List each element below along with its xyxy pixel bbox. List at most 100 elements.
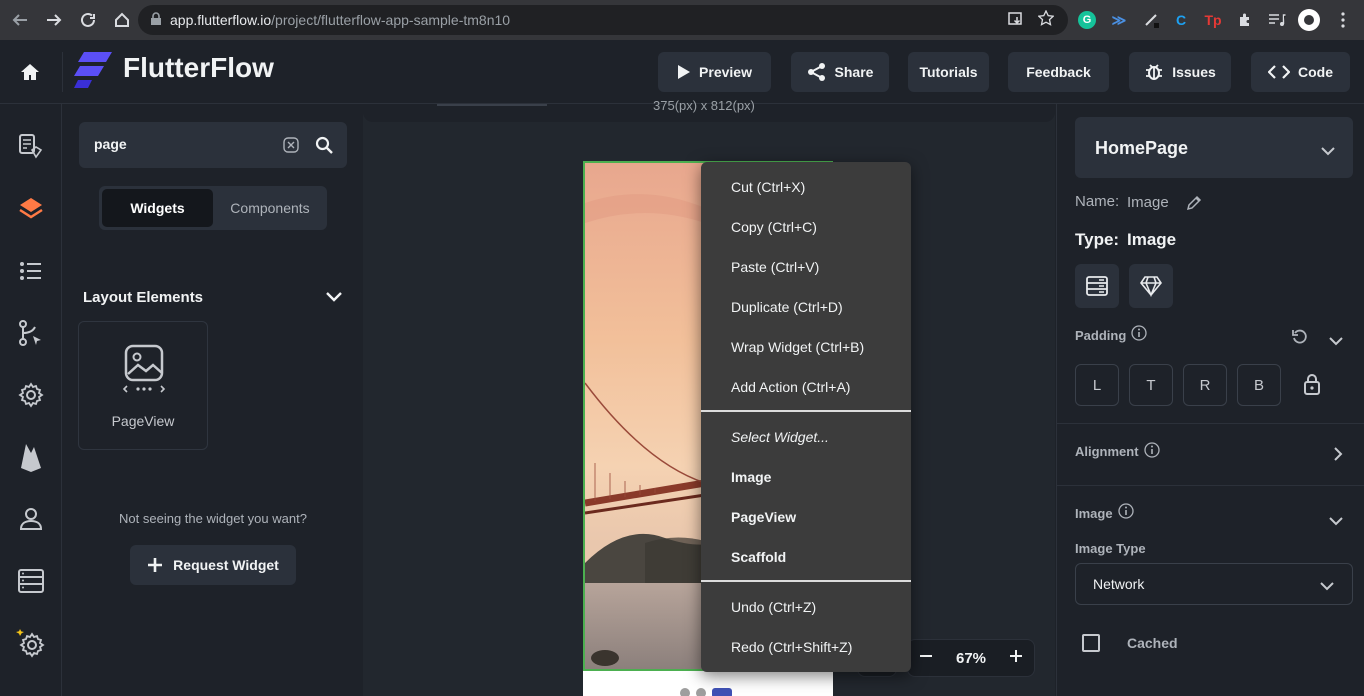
pen-extension-icon[interactable] <box>1140 9 1162 31</box>
home-icon[interactable] <box>19 62 41 87</box>
zoom-out-icon[interactable] <box>919 649 933 667</box>
database-icon[interactable] <box>16 566 46 596</box>
share-label: Share <box>834 64 874 80</box>
request-widget-button[interactable]: Request Widget <box>130 545 296 585</box>
chevron-right-icon[interactable] <box>1333 446 1343 467</box>
menu-item-paste[interactable]: Paste (Ctrl+V) <box>731 259 819 275</box>
profile-avatar[interactable] <box>1298 9 1320 31</box>
chevron-down-icon[interactable] <box>1329 513 1343 531</box>
pageview-icon <box>122 344 166 399</box>
user-auth-icon[interactable] <box>16 504 46 534</box>
grammarly-icon[interactable]: G <box>1076 9 1098 31</box>
media-list-icon[interactable] <box>1266 9 1288 31</box>
padding-bottom-input[interactable]: B <box>1237 364 1281 406</box>
menu-item-select-pageview[interactable]: PageView <box>731 509 796 525</box>
info-icon[interactable] <box>1118 503 1134 524</box>
padding-label: Padding <box>1075 328 1127 343</box>
menu-select-widget-label: Select Widget... <box>731 429 829 445</box>
left-nav-rail <box>0 104 62 696</box>
menu-item-add-action[interactable]: Add Action (Ctrl+A) <box>731 379 850 395</box>
chevron-down-icon <box>1321 143 1335 161</box>
info-icon[interactable] <box>1144 442 1160 463</box>
help-text: Not seeing the widget you want? <box>119 511 307 526</box>
reset-icon[interactable] <box>1291 328 1309 351</box>
search-icon[interactable] <box>315 136 333 159</box>
install-icon[interactable] <box>1008 11 1024 30</box>
preview-label: Preview <box>699 64 752 80</box>
feedback-button[interactable]: Feedback <box>1008 52 1109 92</box>
forward-icon[interactable] <box>38 4 70 36</box>
home-browser-icon[interactable] <box>106 4 138 36</box>
back-icon[interactable] <box>4 4 36 36</box>
widget-search-input[interactable]: page <box>79 122 347 168</box>
zoom-level: 67% <box>955 649 987 667</box>
tutorials-button[interactable]: Tutorials <box>908 52 989 92</box>
menu-item-cut[interactable]: Cut (Ctrl+X) <box>731 179 805 195</box>
reload-icon[interactable] <box>72 4 104 36</box>
share-button[interactable]: Share <box>791 52 889 92</box>
menu-item-copy[interactable]: Copy (Ctrl+C) <box>731 219 817 235</box>
code-button[interactable]: Code <box>1251 52 1350 92</box>
issues-button[interactable]: Issues <box>1129 52 1231 92</box>
page-selector-dropdown[interactable]: HomePage <box>1075 117 1353 178</box>
preview-button[interactable]: Preview <box>658 52 771 92</box>
menu-item-duplicate[interactable]: Duplicate (Ctrl+D) <box>731 299 843 315</box>
navigation-flow-icon[interactable] <box>16 318 46 348</box>
puzzle-icon[interactable] <box>1234 9 1256 31</box>
type-label: Type: <box>1075 230 1120 249</box>
divider <box>1057 485 1364 486</box>
chevron-down-icon[interactable] <box>325 290 343 308</box>
properties-panel: HomePage Name: Image Type: Image Padding… <box>1056 104 1364 696</box>
zoom-in-icon[interactable] <box>1009 649 1023 667</box>
tutorials-label: Tutorials <box>919 64 978 80</box>
pageview-widget-card[interactable]: PageView <box>78 321 208 450</box>
tab-components-label: Components <box>230 200 310 216</box>
bookmark-star-icon[interactable] <box>1037 9 1055 29</box>
more-vert-icon[interactable] <box>1332 9 1354 31</box>
url-path: /project/flutterflow-app-sample-tm8n10 <box>271 12 511 28</box>
list-icon[interactable] <box>16 256 46 286</box>
info-icon[interactable] <box>1131 325 1147 346</box>
firebase-icon[interactable] <box>16 442 46 472</box>
padding-top-input[interactable]: T <box>1129 364 1173 406</box>
menu-item-undo[interactable]: Undo (Ctrl+Z) <box>731 599 816 615</box>
code-icon <box>1268 65 1290 79</box>
cached-checkbox[interactable] <box>1082 634 1100 652</box>
address-bar[interactable]: app.flutterflow.io/project/flutterflow-a… <box>138 5 1068 35</box>
image-section-label: Image <box>1075 506 1113 521</box>
edit-pencil-icon[interactable] <box>1186 195 1202 216</box>
diamond-icon <box>1140 276 1162 298</box>
menu-item-select-image[interactable]: Image <box>731 469 771 485</box>
image-type-dropdown[interactable]: Network <box>1075 563 1353 605</box>
layers-icon[interactable] <box>16 194 46 224</box>
data-source-button[interactable] <box>1075 264 1119 308</box>
play-icon <box>678 65 691 79</box>
alignment-label: Alignment <box>1075 444 1139 459</box>
menu-item-wrap-widget[interactable]: Wrap Widget (Ctrl+B) <box>731 339 864 355</box>
chevron-down-icon <box>1320 578 1334 596</box>
menu-item-redo[interactable]: Redo (Ctrl+Shift+Z) <box>731 639 852 655</box>
chevrons-extension-icon[interactable]: ≫ <box>1108 9 1130 31</box>
name-value: Image <box>1127 194 1169 211</box>
tab-widgets[interactable]: Widgets <box>102 189 213 227</box>
c-extension-icon[interactable]: C <box>1170 9 1192 31</box>
database-icon <box>1086 276 1108 296</box>
flutterflow-logo-icon <box>74 52 114 95</box>
chevron-down-icon[interactable] <box>1329 333 1343 351</box>
theme-style-button[interactable] <box>1129 264 1173 308</box>
page-selector-icon[interactable] <box>16 132 46 162</box>
lock-icon[interactable] <box>1303 373 1321 400</box>
settings-gear-icon[interactable] <box>16 380 46 410</box>
padding-right-input[interactable]: R <box>1183 364 1227 406</box>
custom-code-gear-icon[interactable] <box>16 628 46 658</box>
clear-icon[interactable] <box>283 137 299 158</box>
url-host: app.flutterflow.io <box>170 12 272 28</box>
tp-extension-icon[interactable]: Tp <box>1202 9 1224 31</box>
image-type-value: Network <box>1093 576 1145 592</box>
bug-icon <box>1146 64 1163 80</box>
page-indicator <box>680 688 740 696</box>
search-value: page <box>94 136 127 152</box>
tab-components[interactable]: Components <box>215 189 325 227</box>
menu-item-select-scaffold[interactable]: Scaffold <box>731 549 786 565</box>
padding-left-input[interactable]: L <box>1075 364 1119 406</box>
